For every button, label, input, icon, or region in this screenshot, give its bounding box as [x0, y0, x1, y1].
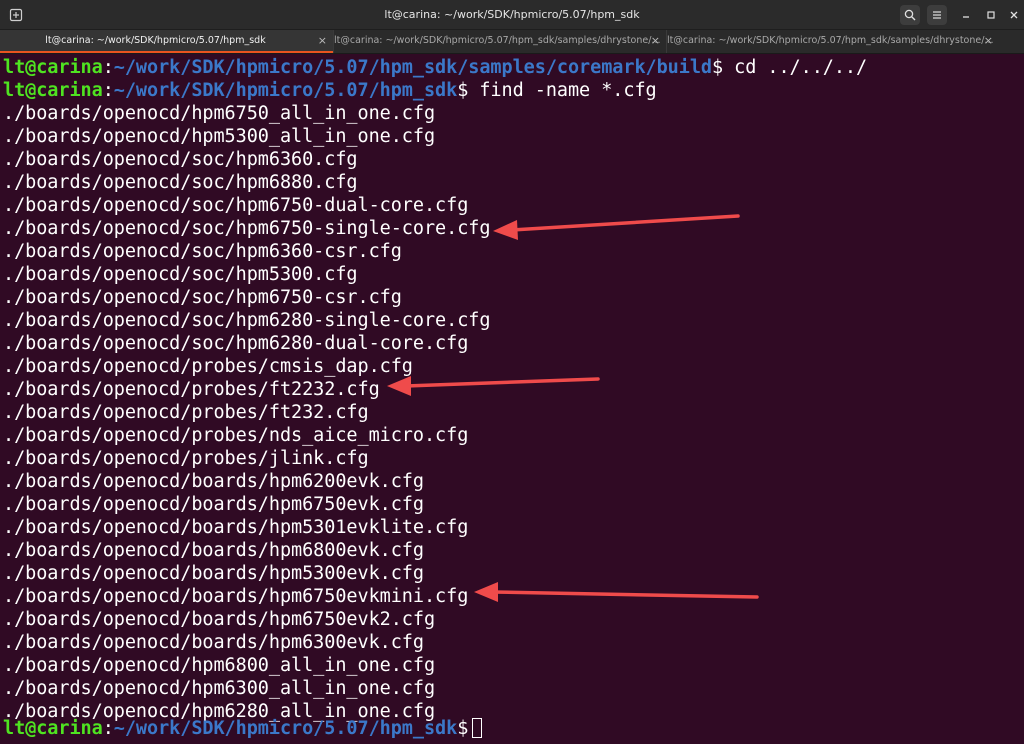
- search-icon: [904, 9, 916, 21]
- minimize-icon: [963, 16, 969, 18]
- output-line: ./boards/openocd/soc/hpm6750-csr.cfg: [3, 287, 402, 308]
- prompt-line-current: lt@carina:~/work/SDK/hpmicro/5.07/hpm_sd…: [3, 717, 483, 740]
- output-line: ./boards/openocd/boards/hpm5300evk.cfg: [3, 563, 424, 584]
- terminal-output[interactable]: lt@carina:~/work/SDK/hpmicro/5.07/hpm_sd…: [0, 56, 1024, 744]
- title-bar: lt@carina: ~/work/SDK/hpmicro/5.07/hpm_s…: [0, 0, 1024, 30]
- output-line-highlighted: ./boards/openocd/probes/ft2232.cfg: [3, 379, 380, 400]
- tab-hpm-sdk[interactable]: lt@carina: ~/work/SDK/hpmicro/5.07/hpm_s…: [0, 30, 333, 53]
- maximize-button[interactable]: [981, 5, 1001, 25]
- prompt-path: ~/work/SDK/hpmicro/5.07/hpm_sdk/samples/…: [113, 57, 712, 78]
- tab-bar: lt@carina: ~/work/SDK/hpmicro/5.07/hpm_s…: [0, 30, 1024, 54]
- output-line: ./boards/openocd/hpm6750_all_in_one.cfg: [3, 103, 436, 124]
- prompt-line: lt@carina:~/work/SDK/hpmicro/5.07/hpm_sd…: [3, 56, 867, 79]
- output-line: ./boards/openocd/boards/hpm6200evk.cfg: [3, 471, 424, 492]
- output-line: ./boards/openocd/soc/hpm6880.cfg: [3, 172, 358, 193]
- output-line: ./boards/openocd/soc/hpm6360.cfg: [3, 149, 358, 170]
- output-line: ./boards/openocd/soc/hpm6280-single-core…: [3, 310, 491, 331]
- output-line: ./boards/openocd/soc/hpm6360-csr.cfg: [3, 241, 402, 262]
- close-icon: [1010, 11, 1018, 19]
- prompt-path: ~/work/SDK/hpmicro/5.07/hpm_sdk: [113, 718, 458, 739]
- output-line: ./boards/openocd/hpm6300_all_in_one.cfg: [3, 678, 436, 699]
- tab-label: lt@carina: ~/work/SDK/hpmicro/5.07/hpm_s…: [334, 35, 661, 46]
- tab-label: lt@carina: ~/work/SDK/hpmicro/5.07/hpm_s…: [45, 35, 266, 46]
- output-line: ./boards/openocd/boards/hpm6750evk.cfg: [3, 494, 424, 515]
- output-line: ./boards/openocd/boards/hpm6300evk.cfg: [3, 632, 424, 653]
- window-title: lt@carina: ~/work/SDK/hpmicro/5.07/hpm_s…: [384, 8, 640, 21]
- output-line: ./boards/openocd/probes/ft232.cfg: [3, 402, 369, 423]
- output-line: ./boards/openocd/soc/hpm6280-dual-core.c…: [3, 333, 469, 354]
- menu-button[interactable]: [927, 5, 947, 25]
- close-button[interactable]: [1004, 5, 1024, 25]
- command-text: cd ../../../: [723, 57, 868, 78]
- maximize-icon: [987, 11, 995, 19]
- hamburger-menu-icon: [933, 11, 941, 19]
- minimize-button[interactable]: [956, 5, 976, 25]
- prompt-separator: :: [102, 80, 114, 101]
- prompt-separator: :: [102, 57, 114, 78]
- output-line: ./boards/openocd/soc/hpm5300.cfg: [3, 264, 358, 285]
- tab-close-icon[interactable]: ×: [984, 30, 993, 51]
- prompt-separator: :: [102, 718, 114, 739]
- text-cursor: [472, 718, 483, 738]
- output-line: ./boards/openocd/hpm6800_all_in_one.cfg: [3, 655, 436, 676]
- prompt-user: lt@carina: [3, 57, 103, 78]
- tab-dhrystone-1[interactable]: lt@carina: ~/work/SDK/hpmicro/5.07/hpm_s…: [333, 30, 666, 53]
- output-line: ./boards/openocd/boards/hpm6800evk.cfg: [3, 540, 424, 561]
- output-line: ./boards/openocd/boards/hpm5301evklite.c…: [3, 517, 469, 538]
- tab-close-icon[interactable]: ×: [318, 30, 327, 51]
- prompt-user: lt@carina: [3, 718, 103, 739]
- command-text: find -name *.cfg: [468, 80, 657, 101]
- tab-dhrystone-2[interactable]: lt@carina: ~/work/SDK/hpmicro/5.07/hpm_s…: [666, 30, 999, 53]
- output-line: ./boards/openocd/boards/hpm6750evk2.cfg: [3, 609, 436, 630]
- tab-label: lt@carina: ~/work/SDK/hpmicro/5.07/hpm_s…: [667, 35, 994, 46]
- output-line: ./boards/openocd/probes/cmsis_dap.cfg: [3, 356, 413, 377]
- output-line: ./boards/openocd/probes/jlink.cfg: [3, 448, 369, 469]
- prompt-user: lt@carina: [3, 80, 103, 101]
- prompt-line: lt@carina:~/work/SDK/hpmicro/5.07/hpm_sd…: [3, 79, 657, 102]
- prompt-symbol: $: [457, 718, 469, 739]
- output-line: ./boards/openocd/hpm5300_all_in_one.cfg: [3, 126, 436, 147]
- prompt-path: ~/work/SDK/hpmicro/5.07/hpm_sdk: [113, 80, 458, 101]
- output-line: ./boards/openocd/soc/hpm6750-dual-core.c…: [3, 195, 469, 216]
- output-line: ./boards/openocd/probes/nds_aice_micro.c…: [3, 425, 469, 446]
- prompt-symbol: $: [457, 80, 469, 101]
- output-line-highlighted: ./boards/openocd/soc/hpm6750-single-core…: [3, 218, 491, 239]
- prompt-symbol: $: [712, 57, 724, 78]
- tab-close-icon[interactable]: ×: [651, 30, 660, 51]
- search-button[interactable]: [900, 5, 920, 25]
- output-line-highlighted: ./boards/openocd/boards/hpm6750evkmini.c…: [3, 586, 469, 607]
